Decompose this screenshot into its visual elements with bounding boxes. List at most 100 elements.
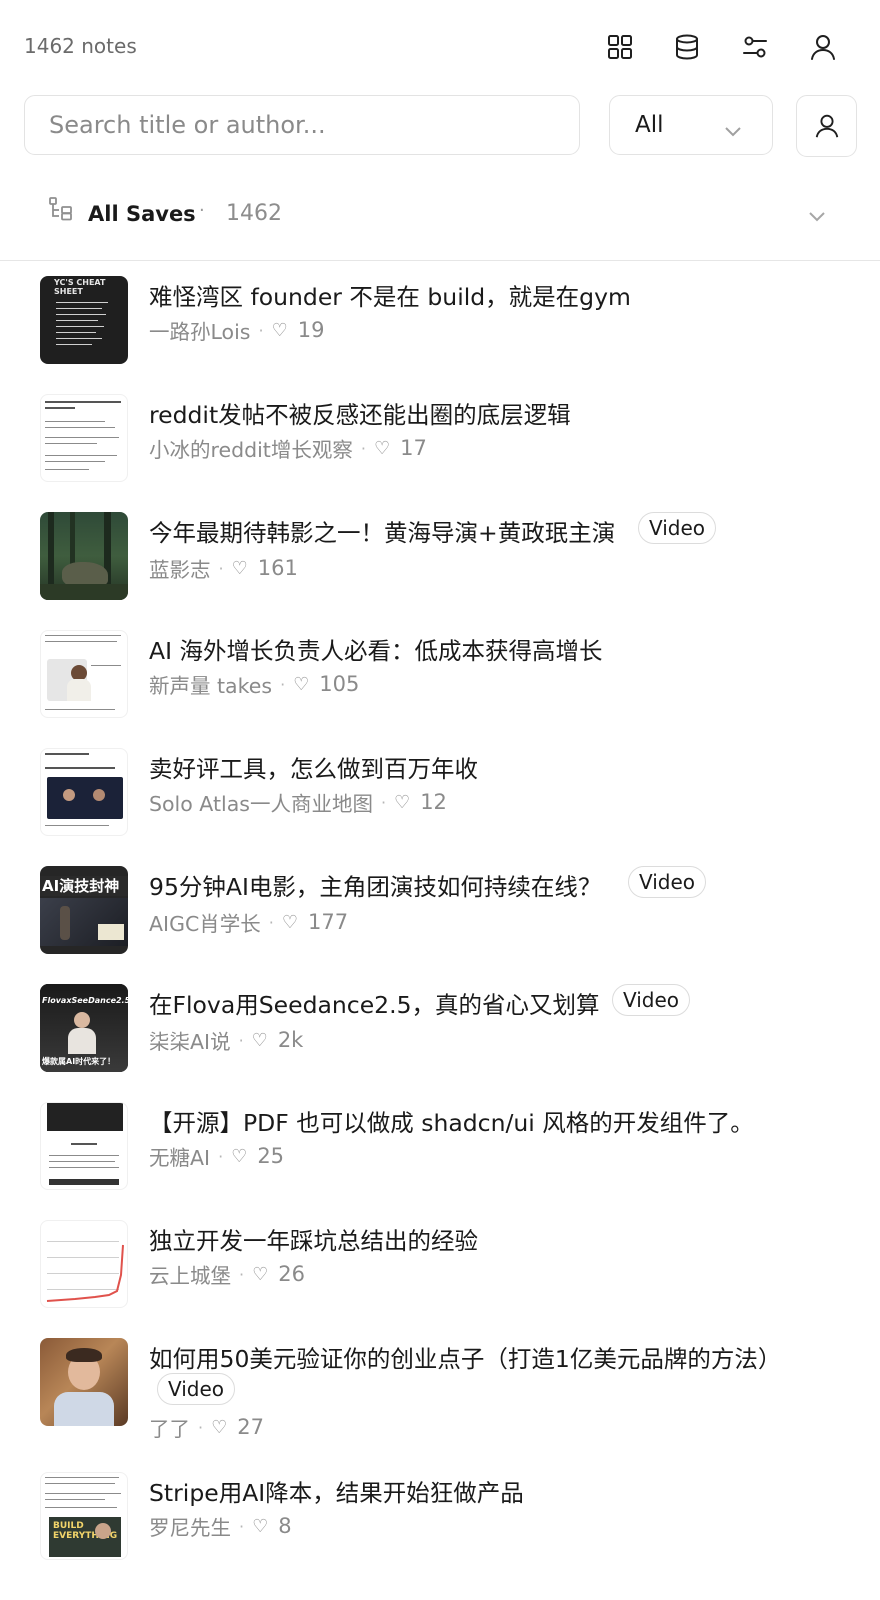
user-icon [815,114,838,138]
collection-count: 1462 [226,201,282,226]
heart-icon: ♡ [394,791,411,813]
search-input[interactable] [25,96,579,154]
note-author: 小冰的reddit增长观察 [149,438,353,462]
note-likes: 12 [420,790,447,814]
note-meta: 新声量 takes · ♡ 105 [149,669,359,699]
note-title: Stripe用AI降本，结果开始狂做产品 [149,1479,524,1507]
tree-structure-icon [48,196,74,222]
note-author: AIGC肖学长 [149,912,261,936]
note-likes: 2k [277,1028,304,1052]
note-meta: 罗尼先生 · ♡ 8 [149,1511,292,1541]
note-thumbnail: BUILD EVERYTHING [40,1472,128,1560]
note-author: 罗尼先生 [149,1516,231,1540]
note-thumbnail: AI演技封神 [40,866,128,954]
note-thumbnail [40,1220,128,1308]
video-badge: Video [157,1373,236,1405]
note-likes: 8 [278,1514,292,1538]
note-author: 新声量 takes [149,674,273,698]
note-author: 蓝影志 [149,558,211,582]
note-thumbnail [40,748,128,836]
heart-icon: ♡ [251,1029,268,1051]
collection-name: All Saves [88,202,196,226]
note-title: 在Flova用Seedance2.5，真的省心又划算 [149,991,600,1019]
note-meta: 蓝影志 · ♡ 161 [149,553,298,583]
note-meta: 一路孙Lois · ♡ 19 [149,315,324,345]
note-thumbnail [40,1102,128,1190]
note-likes: 177 [308,910,349,934]
meta-separator: · [258,320,264,340]
chevron-down-icon [808,208,826,222]
thumbnail-text: YC'S CHEAT SHEET [54,278,106,296]
search-box [24,95,580,155]
note-item[interactable]: reddit发帖不被反感还能出圈的底层逻辑 小冰的reddit增长观察 · ♡ … [0,394,880,494]
note-item[interactable]: YC'S CHEAT SHEET 难怪湾区 founder 不是在 build，… [0,276,880,376]
heart-icon: ♡ [373,437,391,459]
note-title: reddit发帖不被反感还能出圈的底层逻辑 [149,401,571,429]
note-meta: 小冰的reddit增长观察 · ♡ 17 [149,433,427,463]
note-item[interactable]: 如何用50美元验证你的创业点子（打造1亿美元品牌的方法） Video 了了 · … [0,1338,880,1448]
note-item[interactable]: BUILD EVERYTHING Stripe用AI降本，结果开始狂做产品 罗尼… [0,1472,880,1572]
note-thumbnail: YC'S CHEAT SHEET [40,276,128,364]
note-likes: 26 [278,1262,305,1286]
note-likes: 19 [297,318,325,342]
note-thumbnail [40,630,128,718]
database-icon[interactable] [670,28,704,66]
note-item[interactable]: 独立开发一年踩坑总结出的经验 云上城堡 · ♡ 26 [0,1220,880,1320]
note-likes: 17 [400,436,427,460]
note-meta: AIGC肖学长 · ♡ 177 [149,907,348,937]
top-bar: 1462 notes [0,0,880,94]
thumbnail-text: FlovaxSeeDance2.5 [42,996,128,1005]
note-item[interactable]: 卖好评工具，怎么做到百万年收 Solo Atlas一人商业地图 · ♡ 12 [0,748,880,848]
note-title: 如何用50美元验证你的创业点子（打造1亿美元品牌的方法） [149,1345,782,1373]
search-row: All [0,94,880,174]
note-author: 一路孙Lois [149,320,251,344]
note-count: 1462 notes [24,34,137,58]
note-item[interactable]: FlovaxSeeDance2.5 爆款属AI时代来了！ 在Flova用Seed… [0,984,880,1084]
note-author: 了了 [149,1417,190,1441]
filter-sliders-icon[interactable] [738,28,772,66]
filter-dropdown[interactable]: All [609,95,773,155]
thumbnail-text: 爆款属AI时代来了！ [42,1057,116,1066]
profile-button[interactable] [796,95,857,157]
collection-separator: · [199,200,205,221]
note-title: 难怪湾区 founder 不是在 build，就是在gym [149,283,631,311]
heart-icon: ♡ [252,1515,269,1537]
grid-icon[interactable] [603,28,637,66]
note-meta: 云上城堡 · ♡ 26 [149,1259,305,1289]
thumbnail-text: AI演技封神 [40,876,128,896]
heart-icon: ♡ [231,557,248,579]
meta-separator: · [280,674,286,694]
meta-separator: · [218,558,224,578]
note-meta: 柒柒AI说 · ♡ 2k [149,1025,303,1055]
note-item[interactable]: AI演技封神 95分钟AI电影，主角团演技如何持续在线？ Video AIGC肖… [0,866,880,966]
note-thumbnail [40,1338,128,1426]
video-badge: Video [638,512,717,544]
note-meta: 无糖AI · ♡ 25 [149,1141,284,1171]
note-author: 无糖AI [149,1146,211,1170]
meta-separator: · [380,792,387,812]
video-badge: Video [612,984,691,1016]
meta-separator: · [218,1146,224,1166]
note-item[interactable]: AI 海外增长负责人必看：低成本获得高增长 新声量 takes · ♡ 105 [0,630,880,730]
heart-icon: ♡ [231,1145,248,1167]
note-title: 独立开发一年踩坑总结出的经验 [149,1227,478,1255]
meta-separator: · [268,912,274,932]
note-title: 卖好评工具，怎么做到百万年收 [149,755,478,783]
note-item[interactable]: 【开源】PDF 也可以做成 shadcn/ui 风格的开发组件了。 无糖AI ·… [0,1102,880,1202]
filter-dropdown-value: All [635,112,664,138]
note-item[interactable]: 今年最期待韩影之一！黄海导演+黄政珉主演 Video 蓝影志 · ♡ 161 [0,512,880,612]
note-title: 95分钟AI电影，主角团演技如何持续在线？ [149,873,602,901]
note-likes: 161 [257,556,298,580]
heart-icon: ♡ [252,1263,269,1285]
heart-icon: ♡ [211,1416,228,1438]
heart-icon: ♡ [271,319,288,341]
video-badge: Video [628,866,707,898]
thumbnail-text: BUILD EVERYTHING [53,1521,117,1541]
user-icon[interactable] [806,28,840,66]
collection-selector[interactable]: All Saves · 1462 [0,174,880,261]
note-author: Solo Atlas一人商业地图 [149,792,373,816]
note-thumbnail [40,394,128,482]
meta-separator: · [239,1516,245,1536]
meta-separator: · [360,438,366,458]
meta-separator: · [238,1030,244,1050]
